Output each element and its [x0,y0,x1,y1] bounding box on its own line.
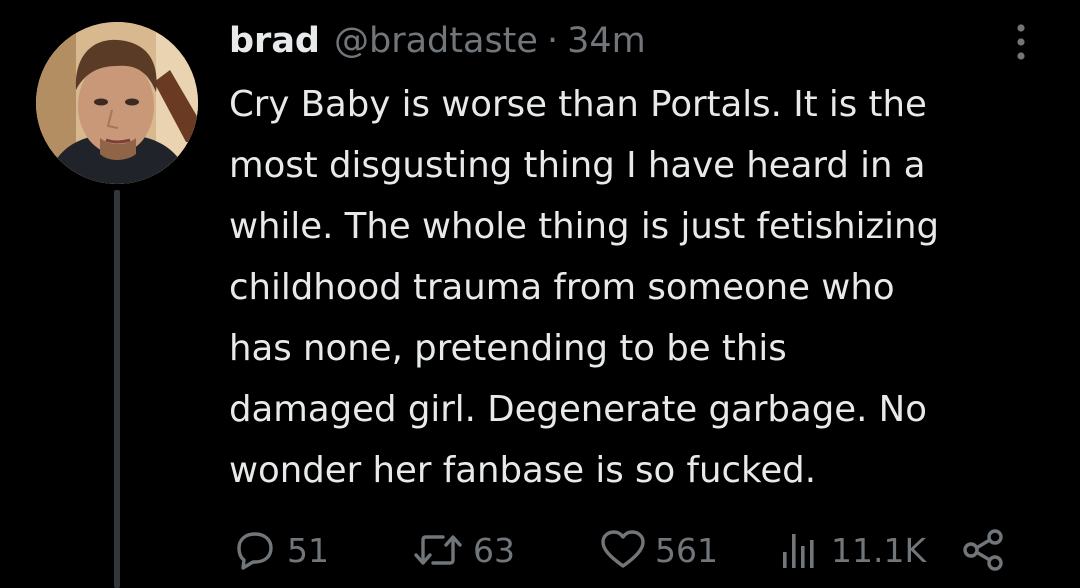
retweet-button[interactable]: 63 [409,522,515,578]
more-options-button[interactable] [1006,22,1036,62]
like-button[interactable]: 561 [597,522,718,578]
retweet-count: 63 [473,530,515,570]
views-button[interactable]: 11.1K [777,522,926,578]
author-handle[interactable]: @bradtaste [334,18,538,64]
thread-line [114,190,120,588]
tweet-text-line: childhood trauma from someone who [229,267,895,308]
reply-count: 51 [287,530,329,570]
views-count: 11.1K [831,530,927,570]
tweet-text: Cry Baby is worse than Portals. It is th… [229,74,1059,501]
author-name[interactable]: brad [229,18,320,64]
separator-dot: · [546,21,559,61]
tweet-text-line: damaged girl. Degenerate garbage. No [229,389,927,430]
views-icon [783,534,814,568]
avatar[interactable] [36,22,198,184]
tweet-text-line: while. The whole thing is just fetishizi… [229,206,940,247]
tweet-text-line: has none, pretending to be this [229,328,787,369]
retweet-icon [414,535,462,565]
tweet-text-line: most disgusting thing I have heard in a [229,145,926,186]
avatar-image [36,22,198,184]
share-icon [963,529,1003,571]
share-button[interactable] [959,522,1007,578]
tweet-actions: 51 63 561 11.1K [229,522,1019,578]
heart-icon [601,530,645,568]
tweet-text-line: wonder her fanbase is so fucked. [229,450,816,491]
tweet-text-line: Cry Baby is worse than Portals. It is th… [229,84,927,125]
reply-icon [237,532,273,570]
like-count: 561 [655,530,718,570]
timestamp[interactable]: 34m [567,18,646,64]
tweet-header: brad @bradtaste · 34m [229,18,646,64]
more-vertical-icon [1017,24,1025,60]
reply-button[interactable]: 51 [229,522,329,578]
